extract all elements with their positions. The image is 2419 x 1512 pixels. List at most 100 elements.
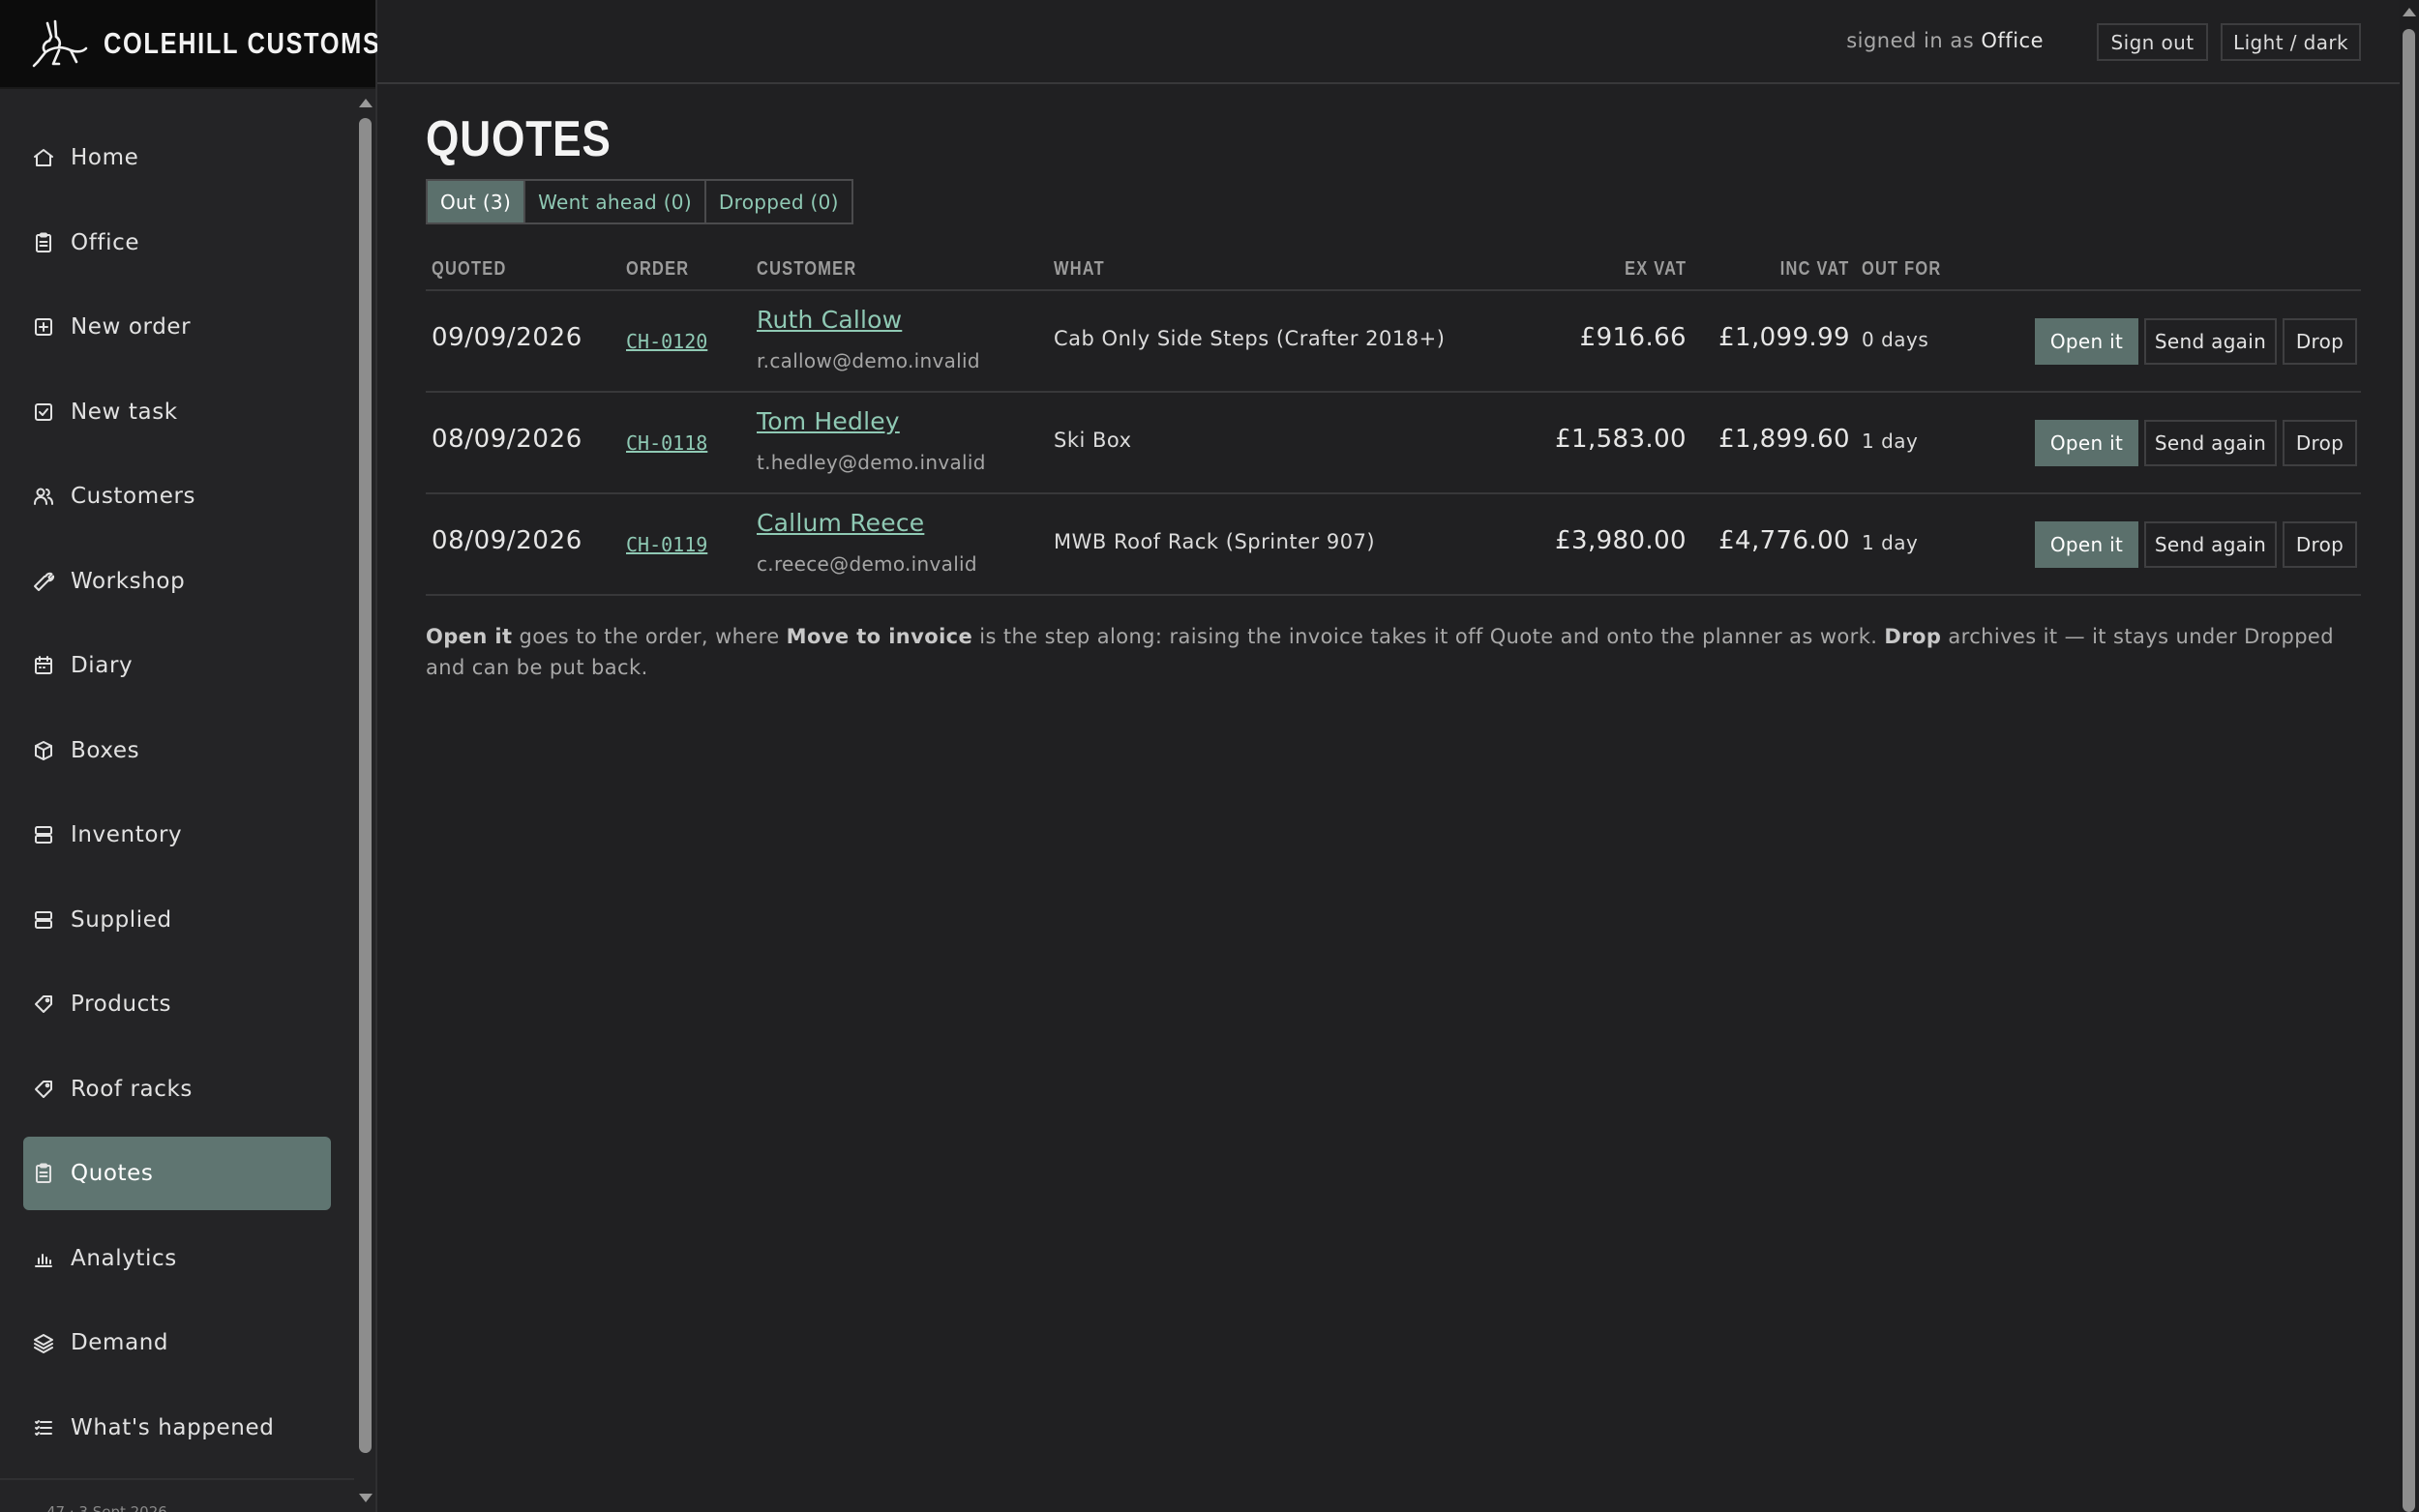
sidebar-nav: Home Office New order New task Customers… <box>23 121 331 1475</box>
note-move-label: Move to invoice <box>786 625 973 648</box>
wrench-icon <box>32 570 55 593</box>
sidebar-item-products[interactable]: Products <box>23 967 331 1041</box>
note-drop-label: Drop <box>1884 625 1942 648</box>
scroll-up-arrow-icon[interactable] <box>359 99 373 107</box>
clipboard-icon <box>32 1162 55 1185</box>
tag-icon <box>32 993 55 1016</box>
customer-link[interactable]: Tom Hedley <box>757 407 900 435</box>
sidebar-item-roof-racks[interactable]: Roof racks <box>23 1052 331 1126</box>
inc-vat-amount: £1,899.60 <box>1718 425 1850 454</box>
out-for-duration: 1 day <box>1862 430 1919 453</box>
out-for-duration: 0 days <box>1862 328 1929 351</box>
sign-out-button[interactable]: Sign out <box>2097 23 2208 61</box>
quotes-table: QUOTED ORDER CUSTOMER WHAT EX VAT INC VA… <box>426 249 2361 596</box>
sidebar-item-whats-happened[interactable]: What's happened <box>23 1391 331 1465</box>
sidebar-item-label: Supplied <box>71 906 172 933</box>
sidebar: COLEHILL CUSTOMS Home Office New order N… <box>0 0 381 1512</box>
sidebar-scrollbar[interactable] <box>356 89 375 1512</box>
page-scrollbar[interactable] <box>2400 0 2419 1512</box>
send-again-button[interactable]: Send again <box>2144 521 2277 568</box>
header-inc-vat[interactable]: INC VAT <box>1780 258 1850 281</box>
brand-name: COLEHILL CUSTOMS <box>104 26 381 60</box>
brand-header[interactable]: COLEHILL CUSTOMS <box>0 0 381 87</box>
header-what[interactable]: WHAT <box>1054 258 1105 281</box>
table-row: 08/09/2026 CH-0118 Tom Hedley t.hedley@d… <box>426 393 2361 494</box>
hare-logo-icon <box>32 19 88 68</box>
note-open-label: Open it <box>426 625 513 648</box>
customer-link[interactable]: Callum Reece <box>757 509 924 537</box>
open-it-button[interactable]: Open it <box>2035 420 2138 466</box>
sidebar-item-boxes[interactable]: Boxes <box>23 714 331 787</box>
brand-divider <box>0 87 375 89</box>
open-it-button[interactable]: Open it <box>2035 318 2138 365</box>
sidebar-item-office[interactable]: Office <box>23 206 331 280</box>
open-it-button[interactable]: Open it <box>2035 521 2138 568</box>
theme-toggle-button[interactable]: Light / dark <box>2221 23 2361 61</box>
inc-vat-amount: £1,099.99 <box>1718 323 1850 352</box>
sidebar-item-label: New task <box>71 399 178 425</box>
sidebar-item-workshop[interactable]: Workshop <box>23 545 331 618</box>
tab-dropped[interactable]: Dropped (0) <box>706 181 851 222</box>
sidebar-item-label: Roof racks <box>71 1076 193 1102</box>
sidebar-item-home[interactable]: Home <box>23 121 331 194</box>
tab-out[interactable]: Out (3) <box>428 181 526 222</box>
sidebar-item-inventory[interactable]: Inventory <box>23 798 331 872</box>
sidebar-item-analytics[interactable]: Analytics <box>23 1222 331 1295</box>
inc-vat-amount: £4,776.00 <box>1718 526 1850 555</box>
header-ex-vat[interactable]: EX VAT <box>1625 258 1687 281</box>
sidebar-item-diary[interactable]: Diary <box>23 629 331 702</box>
top-bar: signed in as Office Sign out Light / dar… <box>377 0 2400 84</box>
sidebar-item-supplied[interactable]: Supplied <box>23 883 331 957</box>
quoted-date: 08/09/2026 <box>432 526 582 555</box>
quote-item: Ski Box <box>1054 429 1132 452</box>
sidebar-item-label: Workshop <box>71 568 186 594</box>
clipboard-icon <box>32 231 55 254</box>
sidebar-item-label: Analytics <box>71 1245 177 1271</box>
customer-email: c.reece@demo.invalid <box>757 552 977 576</box>
server-icon <box>32 908 55 932</box>
scrollbar-thumb[interactable] <box>2403 29 2415 1512</box>
customer-link[interactable]: Ruth Callow <box>757 306 902 334</box>
send-again-button[interactable]: Send again <box>2144 318 2277 365</box>
sidebar-item-new-order[interactable]: New order <box>23 290 331 364</box>
home-icon <box>32 146 55 169</box>
list-icon <box>32 1416 55 1439</box>
out-for-duration: 1 day <box>1862 531 1919 554</box>
scroll-up-arrow-icon[interactable] <box>2403 8 2416 16</box>
header-customer[interactable]: CUSTOMER <box>757 258 856 281</box>
sidebar-item-label: Demand <box>71 1330 169 1355</box>
drop-button[interactable]: Drop <box>2283 420 2357 466</box>
sidebar-footer-divider <box>0 1478 354 1480</box>
header-out-for[interactable]: OUT FOR <box>1862 258 1941 281</box>
box-icon <box>32 739 55 762</box>
drop-button[interactable]: Drop <box>2283 521 2357 568</box>
table-header-row: QUOTED ORDER CUSTOMER WHAT EX VAT INC VA… <box>426 249 2361 291</box>
sidebar-item-new-task[interactable]: New task <box>23 375 331 449</box>
scroll-down-arrow-icon[interactable] <box>359 1494 373 1502</box>
quoted-date: 08/09/2026 <box>432 425 582 454</box>
order-link[interactable]: CH-0120 <box>626 330 707 353</box>
drop-button[interactable]: Drop <box>2283 318 2357 365</box>
server-icon <box>32 823 55 846</box>
quoted-date: 09/09/2026 <box>432 323 582 352</box>
sidebar-item-demand[interactable]: Demand <box>23 1306 331 1379</box>
tab-went-ahead[interactable]: Went ahead (0) <box>525 181 706 222</box>
header-order[interactable]: ORDER <box>626 258 689 281</box>
check-square-icon <box>32 400 55 424</box>
layers-icon <box>32 1331 55 1354</box>
sidebar-item-quotes[interactable]: Quotes <box>23 1137 331 1210</box>
quote-item: Cab Only Side Steps (Crafter 2018+) <box>1054 327 1446 350</box>
order-link[interactable]: CH-0118 <box>626 431 707 455</box>
sidebar-item-customers[interactable]: Customers <box>23 460 331 533</box>
signed-in-status: signed in as Office <box>1846 29 2044 52</box>
sidebar-item-label: Quotes <box>71 1161 154 1186</box>
scrollbar-thumb[interactable] <box>359 118 372 1453</box>
quote-status-tabs: Out (3) Went ahead (0) Dropped (0) <box>426 179 853 224</box>
order-link[interactable]: CH-0119 <box>626 533 707 556</box>
quote-item: MWB Roof Rack (Sprinter 907) <box>1054 530 1376 553</box>
sidebar-item-label: Diary <box>71 653 134 678</box>
ex-vat-amount: £916.66 <box>1579 323 1687 352</box>
header-quoted[interactable]: QUOTED <box>432 258 507 281</box>
send-again-button[interactable]: Send again <box>2144 420 2277 466</box>
sidebar-item-label: Customers <box>71 484 196 509</box>
